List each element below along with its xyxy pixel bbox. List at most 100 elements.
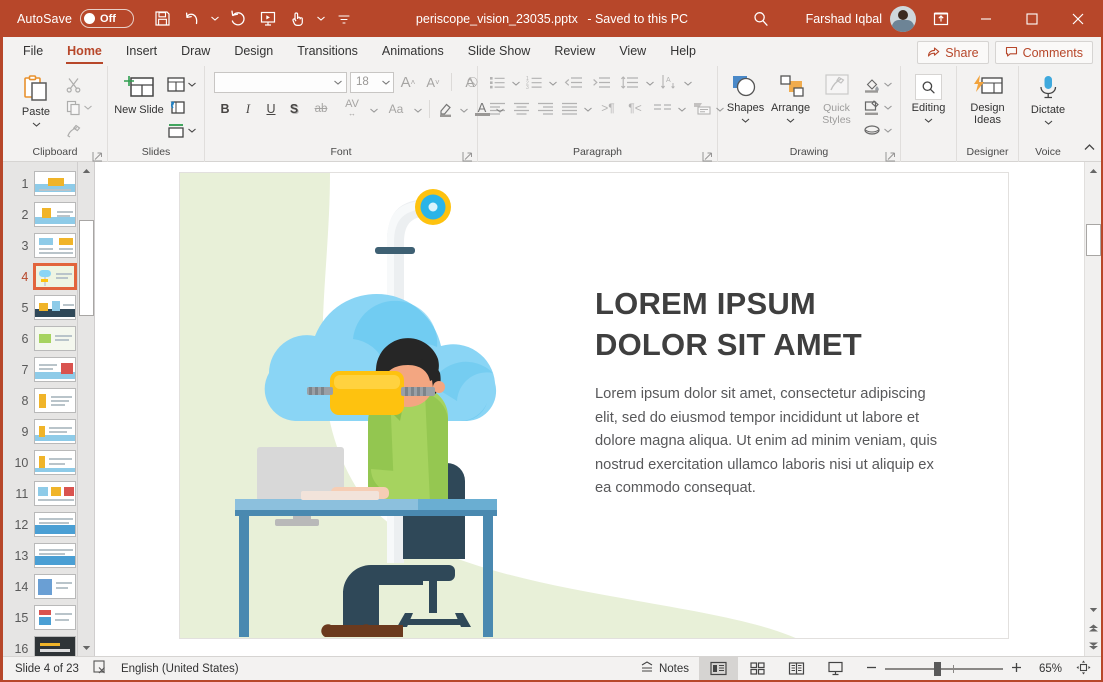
touch-mode-chevron-down-icon[interactable] <box>314 6 328 32</box>
shapes-chevron-down-icon[interactable] <box>741 114 750 126</box>
quick-styles-button[interactable]: Quick Styles <box>814 71 859 126</box>
slide-thumbnail-1[interactable]: 1 <box>3 168 76 199</box>
scroll-down-icon[interactable] <box>1085 601 1102 618</box>
tab-review[interactable]: Review <box>542 38 607 66</box>
slide-thumbnail-5[interactable]: 5 <box>3 292 76 323</box>
dictate-button[interactable]: Dictate <box>1025 71 1071 128</box>
tab-transitions[interactable]: Transitions <box>285 38 370 66</box>
slide-thumbnail-16[interactable]: 16 <box>3 633 76 656</box>
save-icon[interactable] <box>148 6 176 32</box>
slide-sorter-view-button[interactable] <box>738 657 777 680</box>
char-spacing-chevron-down-icon[interactable] <box>370 100 378 118</box>
font-name-input[interactable] <box>214 71 347 93</box>
decrease-indent-icon[interactable] <box>560 71 587 93</box>
copy-button[interactable] <box>63 96 94 118</box>
columns-icon[interactable] <box>649 97 675 119</box>
previous-slide-icon[interactable] <box>1085 619 1102 636</box>
minimize-icon[interactable] <box>963 0 1009 37</box>
convert-to-smartart-icon[interactable] <box>690 97 713 119</box>
tab-slide-show[interactable]: Slide Show <box>456 38 543 66</box>
tab-insert[interactable]: Insert <box>114 38 169 66</box>
share-button[interactable]: Share <box>917 41 989 64</box>
align-chevron-down-icon[interactable] <box>584 99 592 117</box>
slide-thumbnail-15[interactable]: 15 <box>3 602 76 633</box>
numbering-icon[interactable]: 123 <box>523 71 546 93</box>
tab-draw[interactable]: Draw <box>169 38 222 66</box>
dictate-chevron-down-icon[interactable] <box>1044 116 1053 128</box>
slide-thumbnail-14[interactable]: 14 <box>3 571 76 602</box>
bold-button[interactable]: B <box>214 98 236 120</box>
slide-thumbnail-10[interactable]: 10 <box>3 447 76 478</box>
slide-thumbnail-12[interactable]: 12 <box>3 509 76 540</box>
justify-icon[interactable] <box>558 97 581 119</box>
underline-button[interactable]: U <box>260 98 282 120</box>
character-spacing-button[interactable]: AV ↔ <box>337 98 367 120</box>
slide-thumbnail-3[interactable]: 3 <box>3 230 76 261</box>
zoom-percent[interactable]: 65% <box>1030 663 1062 675</box>
slide-editor[interactable]: LOREM IPSUM DOLOR SIT AMET Lorem ipsum d… <box>179 172 1009 639</box>
zoom-in-icon[interactable] <box>1010 661 1023 677</box>
slide-thumbnail-image[interactable] <box>34 202 76 227</box>
slide-thumbnail-image[interactable] <box>34 543 76 568</box>
columns-chevron-down-icon[interactable] <box>678 99 686 117</box>
drawing-dialog-launcher[interactable] <box>885 149 896 162</box>
increase-indent-icon[interactable] <box>588 71 615 93</box>
shrink-font-icon[interactable]: A ˅ <box>422 71 444 93</box>
tab-help[interactable]: Help <box>658 38 708 66</box>
highlight-chevron-down-icon[interactable] <box>460 100 468 118</box>
comments-button[interactable]: Comments <box>994 41 1093 64</box>
close-icon[interactable] <box>1055 0 1101 37</box>
document-title[interactable]: periscope_vision_23035.pptx <box>416 12 578 26</box>
bullets-icon[interactable] <box>486 71 509 93</box>
notes-button[interactable]: Notes <box>630 658 699 680</box>
slide-thumbnail-image[interactable] <box>34 295 76 320</box>
line-spacing-chevron-down-icon[interactable] <box>646 73 654 91</box>
accessibility-check-icon[interactable] <box>93 660 107 677</box>
editing-chevron-down-icon[interactable] <box>924 114 933 126</box>
fit-slide-to-window-icon[interactable] <box>1076 660 1091 678</box>
shape-fill-button[interactable] <box>861 73 894 95</box>
left-to-right-icon[interactable]: >¶ <box>595 97 621 119</box>
zoom-out-icon[interactable] <box>865 661 878 677</box>
slide-thumbnail-image[interactable] <box>33 263 77 290</box>
slide-thumbnail-9[interactable]: 9 <box>3 416 76 447</box>
text-highlight-color-button[interactable] <box>435 98 457 120</box>
customize-qat-icon[interactable] <box>330 6 358 32</box>
slide-thumbnail-11[interactable]: 11 <box>3 478 76 509</box>
slide-thumbnail-8[interactable]: 8 <box>3 385 76 416</box>
grow-font-icon[interactable]: A ˄ <box>397 71 419 93</box>
section-button[interactable] <box>164 119 198 141</box>
slide-thumbnail-image[interactable] <box>34 574 76 599</box>
thumbnail-scrollbar-thumb[interactable] <box>79 220 94 316</box>
align-left-icon[interactable] <box>486 97 509 119</box>
shape-effects-button[interactable] <box>861 119 894 141</box>
paste-chevron-down-icon[interactable] <box>32 118 41 130</box>
slide-thumbnail-image[interactable] <box>34 233 76 258</box>
bullets-chevron-down-icon[interactable] <box>512 73 520 91</box>
slide-thumbnail-4[interactable]: 4 <box>3 261 77 292</box>
slide-thumbnail-image[interactable] <box>34 419 76 444</box>
align-right-icon[interactable] <box>534 97 557 119</box>
slide-thumbnail-image[interactable] <box>34 450 76 475</box>
slide-thumbnail-image[interactable] <box>34 357 76 382</box>
scroll-up-icon[interactable] <box>1085 162 1102 179</box>
touch-mode-icon[interactable] <box>284 6 312 32</box>
design-ideas-button[interactable]: Design Ideas <box>963 71 1012 126</box>
change-case-button[interactable]: Aa <box>381 98 411 120</box>
layout-button[interactable] <box>164 73 198 95</box>
thumbnail-scroll-down-icon[interactable] <box>78 639 94 656</box>
editing-button[interactable]: Editing <box>907 71 950 126</box>
font-dialog-launcher[interactable] <box>462 149 473 162</box>
ribbon-display-options-icon[interactable] <box>919 0 963 37</box>
reading-view-button[interactable] <box>777 657 816 680</box>
change-case-chevron-down-icon[interactable] <box>414 100 422 118</box>
vertical-scrollbar-thumb[interactable] <box>1086 224 1101 256</box>
text-shadow-button[interactable]: S <box>283 98 305 120</box>
slide-body-textbox[interactable]: Lorem ipsum dolor sit amet, consectetur … <box>595 383 951 501</box>
tab-design[interactable]: Design <box>222 38 285 66</box>
slide-thumbnail-image[interactable] <box>34 388 76 413</box>
new-slide-button[interactable]: New Slide <box>114 71 164 116</box>
paragraph-dialog-launcher[interactable] <box>702 149 713 162</box>
vr-periscope-cloud-illustration[interactable] <box>235 173 565 638</box>
redo-icon[interactable] <box>224 6 252 32</box>
